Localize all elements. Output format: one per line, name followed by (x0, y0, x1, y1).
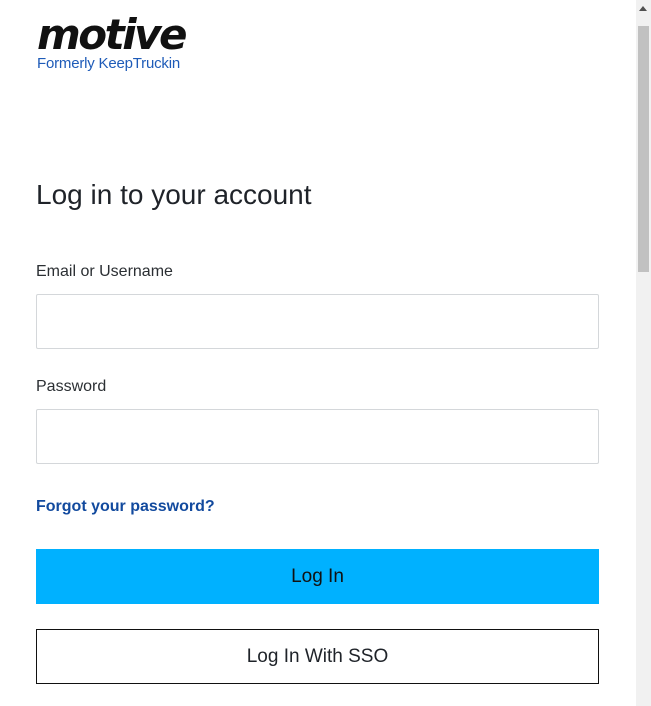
password-field[interactable] (36, 409, 599, 464)
forgot-password-link[interactable]: Forgot your password? (36, 497, 215, 517)
up-arrow-icon[interactable] (639, 6, 647, 11)
sso-login-button[interactable]: Log In With SSO (36, 629, 599, 684)
email-label: Email or Username (36, 263, 173, 280)
email-field[interactable] (36, 294, 599, 349)
page-title: Log in to your account (36, 179, 312, 210)
brand-logo: motive Formerly KeepTruckin (37, 10, 187, 72)
logo-tagline: Formerly KeepTruckin (37, 55, 180, 72)
login-button[interactable]: Log In (36, 549, 599, 604)
logo-wordmark: motive (37, 10, 187, 59)
password-label: Password (36, 378, 107, 395)
scrollbar-thumb[interactable] (638, 26, 649, 272)
vertical-scrollbar[interactable] (636, 0, 651, 706)
